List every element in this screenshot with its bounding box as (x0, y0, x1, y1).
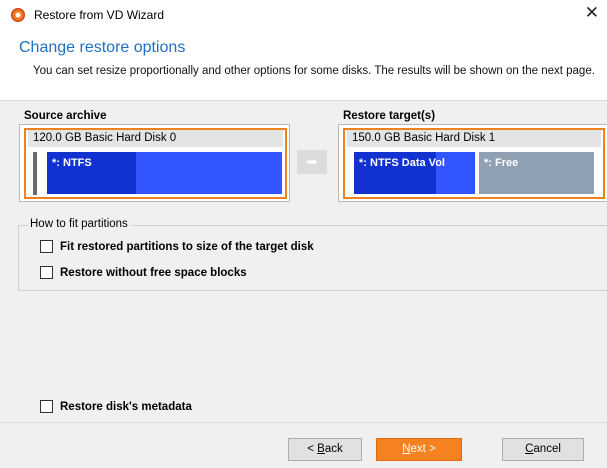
back-prefix: < (307, 443, 318, 455)
target-disk-title: 150.0 GB Basic Hard Disk 1 (347, 130, 601, 147)
close-icon[interactable]: ✕ (585, 4, 599, 22)
target-partition-ntfs[interactable]: *: NTFS Data Vol (354, 152, 475, 194)
source-disk-panel: 120.0 GB Basic Hard Disk 0 *: NTFS (19, 124, 290, 202)
page-title: Change restore options (19, 39, 186, 56)
target-disk-selection[interactable]: 150.0 GB Basic Hard Disk 1 *: NTFS Data … (343, 128, 605, 199)
page-description: You can set resize proportionally and ot… (33, 65, 595, 77)
wizard-footer: < Back Next > Cancel (0, 422, 607, 468)
source-archive-label: Source archive (24, 110, 107, 122)
target-disk-panel: 150.0 GB Basic Hard Disk 1 *: NTFS Data … (338, 124, 607, 202)
next-button[interactable]: Next > (376, 438, 462, 461)
next-suffix: ext > (410, 443, 436, 455)
wizard-header: Change restore options You can set resiz… (0, 30, 607, 100)
fit-to-size-checkbox[interactable] (40, 240, 53, 253)
fit-to-size-label: Fit restored partitions to size of the t… (60, 240, 314, 253)
window-title: Restore from VD Wizard (34, 8, 165, 22)
disk-marker (33, 152, 37, 195)
restore-target-label: Restore target(s) (343, 110, 436, 122)
title-bar: Restore from VD Wizard ✕ (0, 0, 607, 30)
restore-metadata-option[interactable]: Restore disk's metadata (40, 400, 192, 413)
next-accelerator: N (402, 443, 411, 455)
source-disk-selection[interactable]: 120.0 GB Basic Hard Disk 0 *: NTFS (24, 128, 287, 199)
target-partition-free[interactable]: *: Free (479, 152, 594, 194)
back-suffix: ack (324, 443, 343, 455)
source-disk-title: 120.0 GB Basic Hard Disk 0 (28, 130, 283, 147)
fit-partitions-group: How to fit partitions Fit restored parti… (18, 218, 607, 291)
target-partition-label: *: NTFS Data Vol (359, 157, 445, 169)
wizard-content: Source archive 120.0 GB Basic Hard Disk … (0, 100, 607, 422)
no-free-space-option[interactable]: Restore without free space blocks (40, 266, 247, 279)
restore-metadata-label: Restore disk's metadata (60, 400, 192, 413)
arrow-right-icon: ➡ (297, 150, 327, 174)
no-free-space-label: Restore without free space blocks (60, 266, 247, 279)
fit-to-size-option[interactable]: Fit restored partitions to size of the t… (40, 240, 314, 253)
no-free-space-checkbox[interactable] (40, 266, 53, 279)
fit-partitions-title: How to fit partitions (28, 218, 131, 230)
back-accelerator: B (317, 443, 325, 455)
free-partition-label: *: Free (484, 157, 519, 169)
cancel-suffix: ancel (533, 443, 561, 455)
restore-metadata-checkbox[interactable] (40, 400, 53, 413)
cancel-button[interactable]: Cancel (502, 438, 584, 461)
back-button[interactable]: < Back (288, 438, 362, 461)
app-logo-icon (11, 8, 25, 22)
source-partition-ntfs[interactable]: *: NTFS (47, 152, 282, 194)
source-partition-label: *: NTFS (52, 157, 92, 169)
